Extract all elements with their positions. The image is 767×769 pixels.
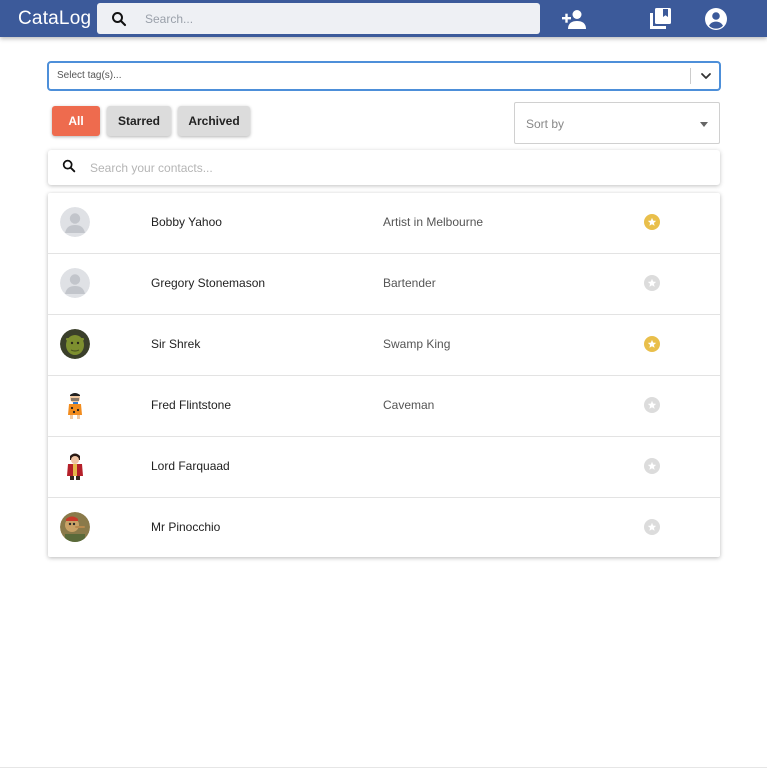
default-avatar [60, 207, 90, 237]
filter-archived-button[interactable]: Archived [178, 106, 250, 136]
add-contact-icon [562, 10, 586, 29]
default-avatar [60, 268, 90, 298]
shrek-avatar [60, 329, 90, 359]
contact-name: Gregory Stonemason [151, 276, 266, 290]
contact-name: Bobby Yahoo [151, 215, 222, 229]
tag-select[interactable]: Select tag(s)... [47, 61, 721, 91]
global-search-input[interactable] [145, 3, 525, 34]
sort-by-select[interactable]: Sort by [514, 102, 720, 144]
library-icon [650, 8, 671, 29]
contact-row[interactable]: Lord Farquaad [48, 437, 720, 498]
contact-name: Mr Pinocchio [151, 520, 221, 534]
contact-row[interactable]: Gregory Stonemason Bartender [48, 254, 720, 315]
contact-description: Swamp King [383, 337, 451, 351]
flintstone-avatar [60, 390, 90, 420]
contact-description: Bartender [383, 276, 436, 290]
star-icon[interactable] [644, 336, 660, 352]
contact-row[interactable]: Fred Flintstone Caveman [48, 376, 720, 437]
chevron-down-icon[interactable] [699, 69, 713, 83]
contact-description: Artist in Melbourne [383, 215, 484, 229]
tag-select-placeholder: Select tag(s)... [57, 70, 122, 81]
app-brand[interactable]: CataLog [18, 8, 91, 30]
contact-name: Fred Flintstone [151, 398, 232, 412]
star-icon[interactable] [644, 214, 660, 230]
contact-row[interactable]: Mr Pinocchio [48, 498, 720, 559]
contact-search-input[interactable] [90, 150, 690, 185]
pinocchio-avatar [60, 512, 90, 542]
account-circle-icon [705, 8, 727, 30]
contact-list: Bobby Yahoo Artist in Melbourne Gregory … [48, 193, 720, 557]
star-icon[interactable] [644, 458, 660, 474]
contact-name: Sir Shrek [151, 337, 201, 351]
contact-row[interactable]: Sir Shrek Swamp King [48, 315, 720, 376]
star-icon[interactable] [644, 397, 660, 413]
top-navbar: CataLog [0, 0, 767, 37]
tag-select-divider [690, 68, 691, 84]
star-icon[interactable] [644, 275, 660, 291]
page-bottom-divider [0, 767, 767, 768]
farquaad-avatar [60, 451, 90, 481]
sort-by-label: Sort by [526, 117, 565, 131]
contact-row[interactable]: Bobby Yahoo Artist in Melbourne [48, 193, 720, 254]
contact-name: Lord Farquaad [151, 459, 230, 473]
global-search-box[interactable] [97, 3, 540, 34]
contact-search-box[interactable] [48, 150, 720, 185]
filter-all-button[interactable]: All [52, 106, 100, 136]
search-icon [62, 159, 76, 173]
add-contact-button[interactable] [560, 5, 588, 33]
account-button[interactable] [702, 5, 730, 33]
star-icon[interactable] [644, 519, 660, 535]
library-button[interactable] [646, 5, 674, 33]
search-icon [112, 12, 127, 27]
contact-description: Caveman [383, 398, 435, 412]
filter-starred-button[interactable]: Starred [107, 106, 171, 136]
dropdown-arrow-icon [700, 122, 708, 127]
